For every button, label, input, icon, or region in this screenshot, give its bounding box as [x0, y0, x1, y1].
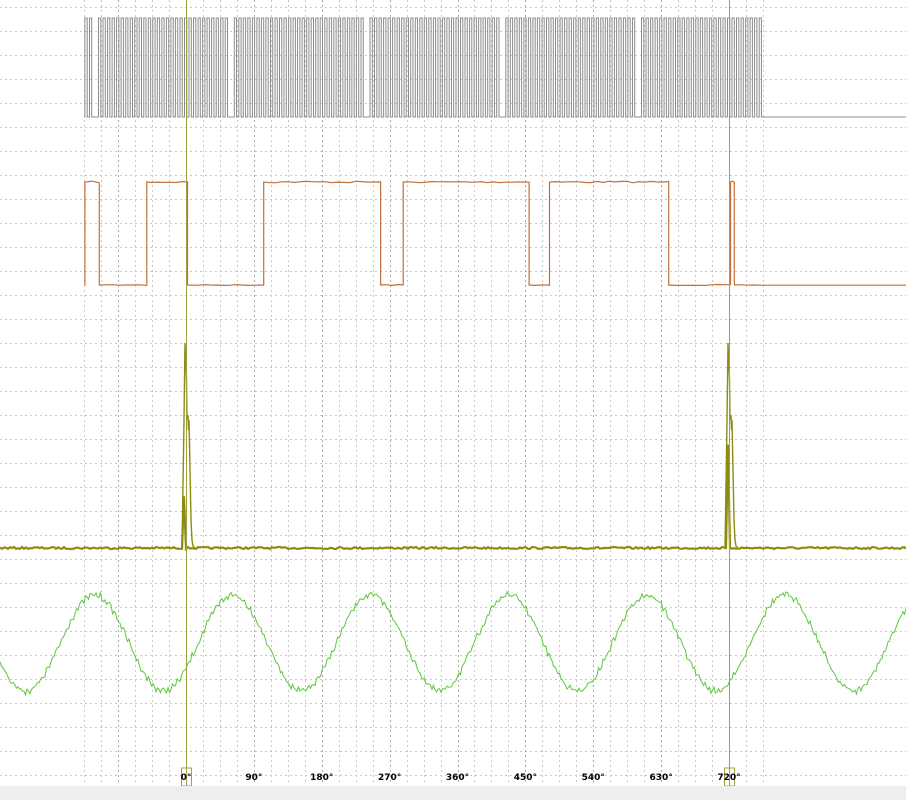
x-tick-label: 90°: [245, 773, 262, 783]
x-tick-label: 720°: [717, 773, 740, 783]
x-tick-label: 180°: [310, 773, 333, 783]
status-strip: [0, 786, 906, 800]
x-tick-label: 450°: [514, 773, 537, 783]
x-tick-label: 360°: [446, 773, 469, 783]
x-tick-label: 630°: [649, 773, 672, 783]
crank-signal-trace: [84, 17, 906, 118]
oscilloscope-chart: 0° 90° 180° 270° 360° 450° 540° 630° 720°: [0, 0, 906, 800]
x-tick-label: 0°: [181, 773, 192, 783]
cam-signal-trace: [84, 180, 906, 287]
chart-svg: 0° 90° 180° 270° 360° 450° 540° 630° 720°: [0, 0, 906, 787]
x-tick-label: 270°: [378, 773, 401, 783]
x-tick-label: 540°: [582, 773, 605, 783]
